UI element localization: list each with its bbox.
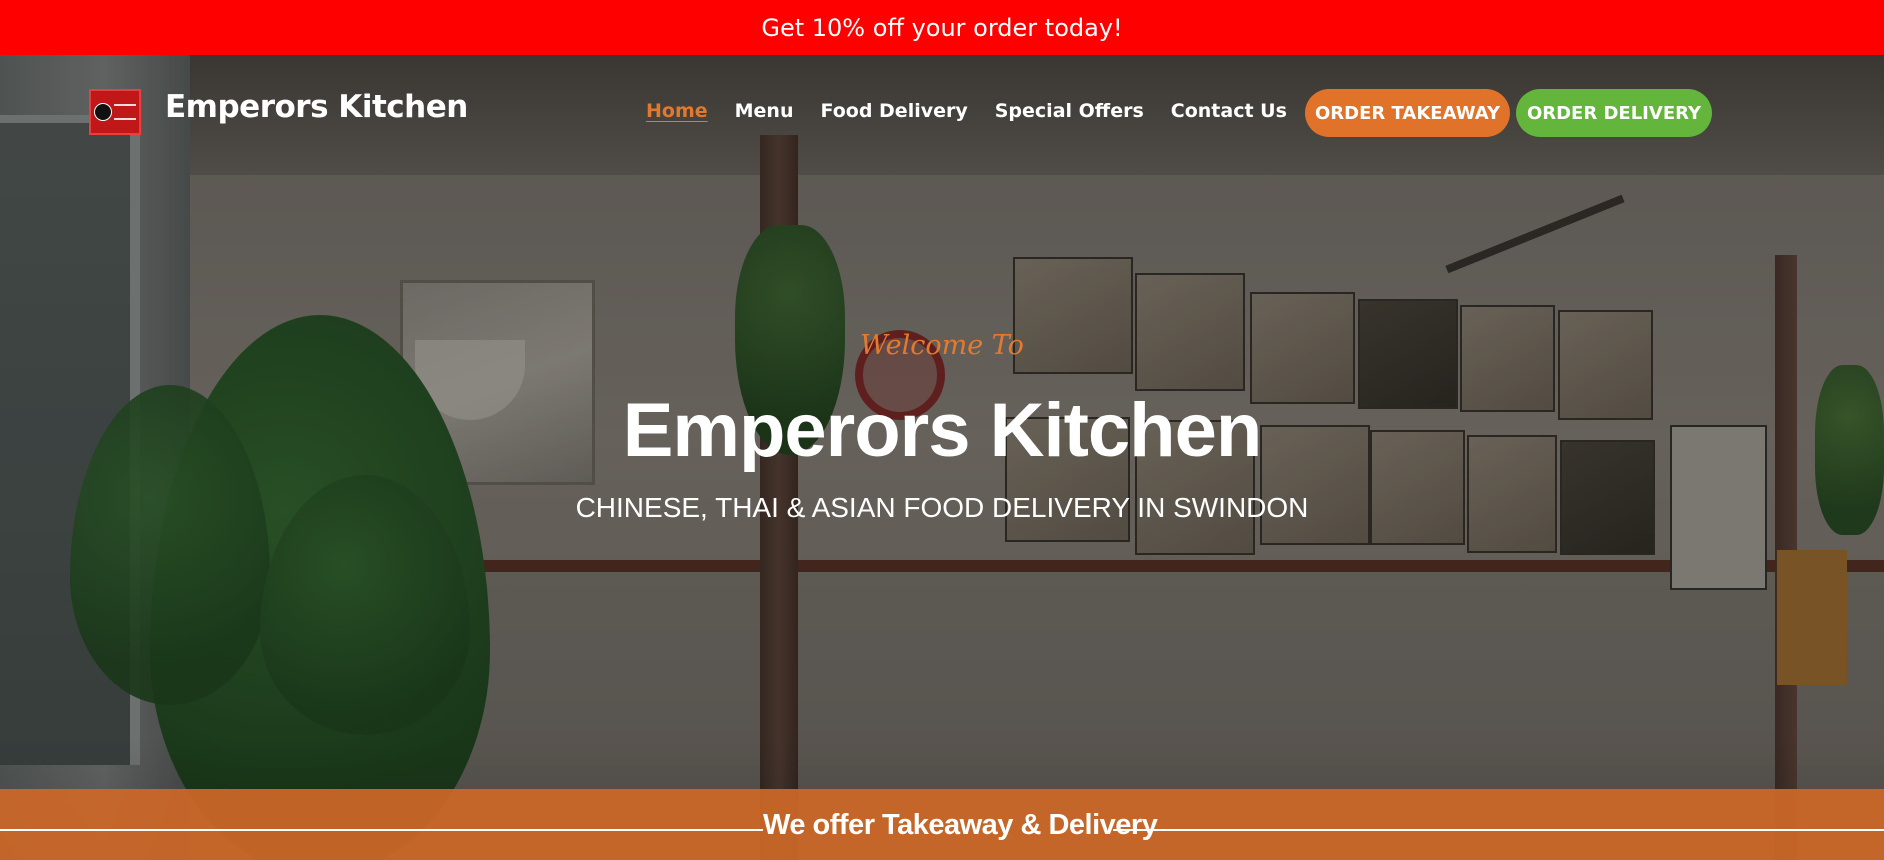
main-nav: Home Menu Food Delivery Special Offers C… <box>646 100 1314 130</box>
promo-text: Get 10% off your order today! <box>761 13 1123 42</box>
hero-title: Emperors Kitchen <box>622 388 1263 473</box>
hero-subtitle: CHINESE, THAI & ASIAN FOOD DELIVERY IN S… <box>575 492 1309 523</box>
nav-item-food-delivery[interactable]: Food Delivery <box>821 100 968 130</box>
nav-item-home[interactable]: Home <box>646 100 708 130</box>
promo-banner[interactable]: Get 10% off your order today! <box>0 0 1884 55</box>
nav-item-menu[interactable]: Menu <box>735 100 794 130</box>
order-takeaway-button[interactable]: ORDER TAKEAWAY <box>1305 89 1510 137</box>
offer-divider-left <box>0 829 763 831</box>
logo-emblem-icon <box>94 103 112 121</box>
brand-logo[interactable] <box>89 89 141 135</box>
brand-name[interactable]: Emperors Kitchen <box>165 89 468 131</box>
offer-divider-right <box>1113 829 1884 831</box>
offer-heading: We offer Takeaway & Delivery <box>763 809 1158 841</box>
site-header: Emperors Kitchen Home Menu Food Delivery… <box>0 55 1884 170</box>
logo-script-icon <box>114 104 136 120</box>
order-delivery-button[interactable]: ORDER DELIVERY <box>1516 89 1712 137</box>
nav-item-contact-us[interactable]: Contact Us <box>1171 100 1287 130</box>
welcome-script-text: Welcome To <box>860 330 1024 361</box>
nav-item-special-offers[interactable]: Special Offers <box>995 100 1144 130</box>
